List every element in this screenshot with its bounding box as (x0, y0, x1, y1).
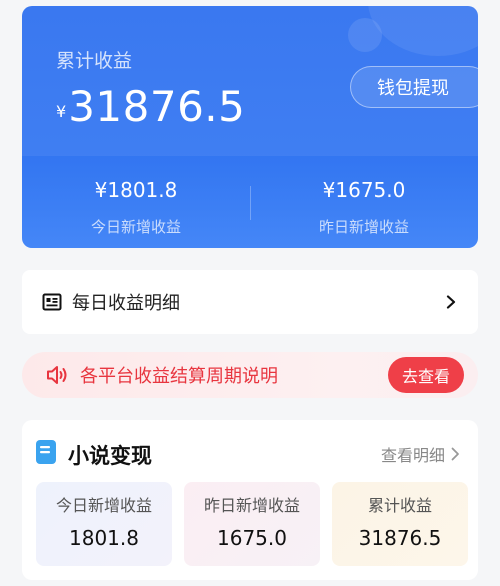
currency-symbol: ¥ (56, 102, 67, 121)
yesterday-earnings-label: 昨日新增收益 (318, 218, 409, 236)
tile-label: 今日新增收益 (55, 496, 152, 515)
view-notice-button[interactable]: 去查看 (388, 357, 464, 393)
novel-today-earnings-tile: 今日新增收益 1801.8 (36, 482, 172, 566)
today-earnings-stat: ¥1801.8 今日新增收益 (22, 178, 250, 237)
yesterday-earnings-stat: ¥1675.0 昨日新增收益 (250, 178, 478, 237)
today-earnings-label: 今日新增收益 (90, 218, 181, 236)
yesterday-earnings-value: ¥1675.0 (322, 178, 406, 202)
ledger-icon (42, 293, 62, 311)
novel-yesterday-earnings-tile: 昨日新增收益 1675.0 (184, 482, 320, 566)
daily-earnings-detail-label: 每日收益明细 (72, 293, 180, 314)
novel-section-title: 小说变现 (68, 444, 152, 468)
total-earnings-amount: ¥31876.5 (56, 82, 245, 131)
today-earnings-value: ¥1801.8 (94, 178, 178, 202)
book-icon (36, 440, 56, 464)
chevron-right-icon (451, 447, 459, 461)
novel-total-earnings-tile: 累计收益 31876.5 (332, 482, 468, 566)
tile-value: 1675.0 (217, 526, 287, 550)
novel-monetization-card: 小说变现 查看明细 今日新增收益 1801.8 昨日新增收益 1675.0 累计… (22, 420, 478, 580)
decorative-circle (348, 18, 382, 52)
view-details-link[interactable]: 查看明细 (381, 442, 460, 466)
total-earnings-value: 31876.5 (68, 82, 246, 131)
tile-label: 昨日新增收益 (203, 496, 300, 515)
total-earnings-label: 累计收益 (56, 50, 133, 72)
tile-value: 1801.8 (69, 526, 139, 550)
wallet-withdraw-button[interactable]: 钱包提现 (350, 66, 478, 108)
earnings-card: 累计收益 ¥31876.5 钱包提现 ¥1801.8 今日新增收益 ¥1675.… (22, 6, 478, 248)
tile-value: 31876.5 (358, 526, 442, 550)
speaker-icon (47, 366, 67, 384)
tile-label: 累计收益 (367, 496, 432, 515)
view-details-label: 查看明细 (380, 446, 445, 465)
daily-earnings-detail-row[interactable]: 每日收益明细 (22, 270, 478, 334)
settlement-notice-banner: 各平台收益结算周期说明 去查看 (22, 352, 478, 398)
settlement-notice-text: 各平台收益结算周期说明 (80, 366, 278, 387)
chevron-right-icon (446, 295, 456, 309)
decorative-circle (368, 6, 478, 56)
